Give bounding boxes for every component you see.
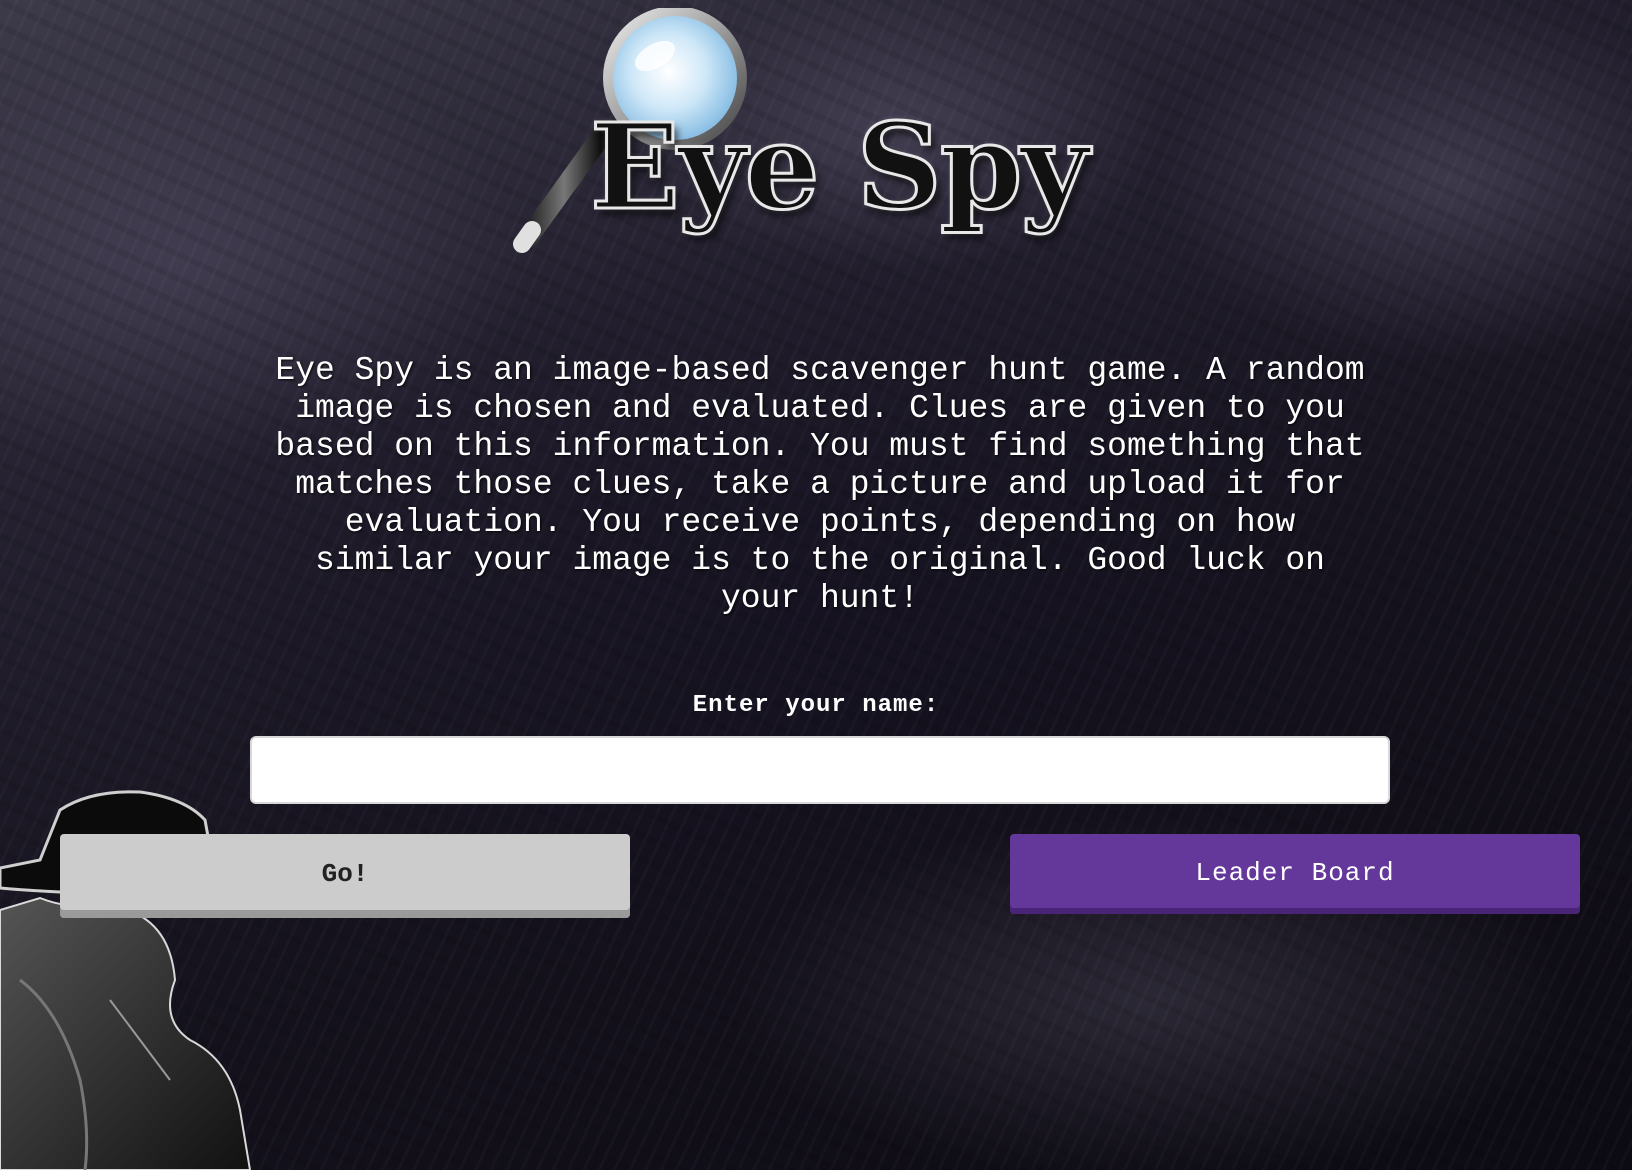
name-label: Enter your name: <box>692 692 940 719</box>
name-input[interactable] <box>250 736 1390 804</box>
eye-spy-logo: Eye Spy <box>510 8 1140 278</box>
go-button[interactable]: Go! <box>60 834 630 918</box>
game-description: Eye Spy is an image-based scavenger hunt… <box>275 352 1365 617</box>
leader-board-button[interactable]: Leader Board <box>1010 834 1580 914</box>
logo-title: Eye Spy <box>589 97 1091 236</box>
